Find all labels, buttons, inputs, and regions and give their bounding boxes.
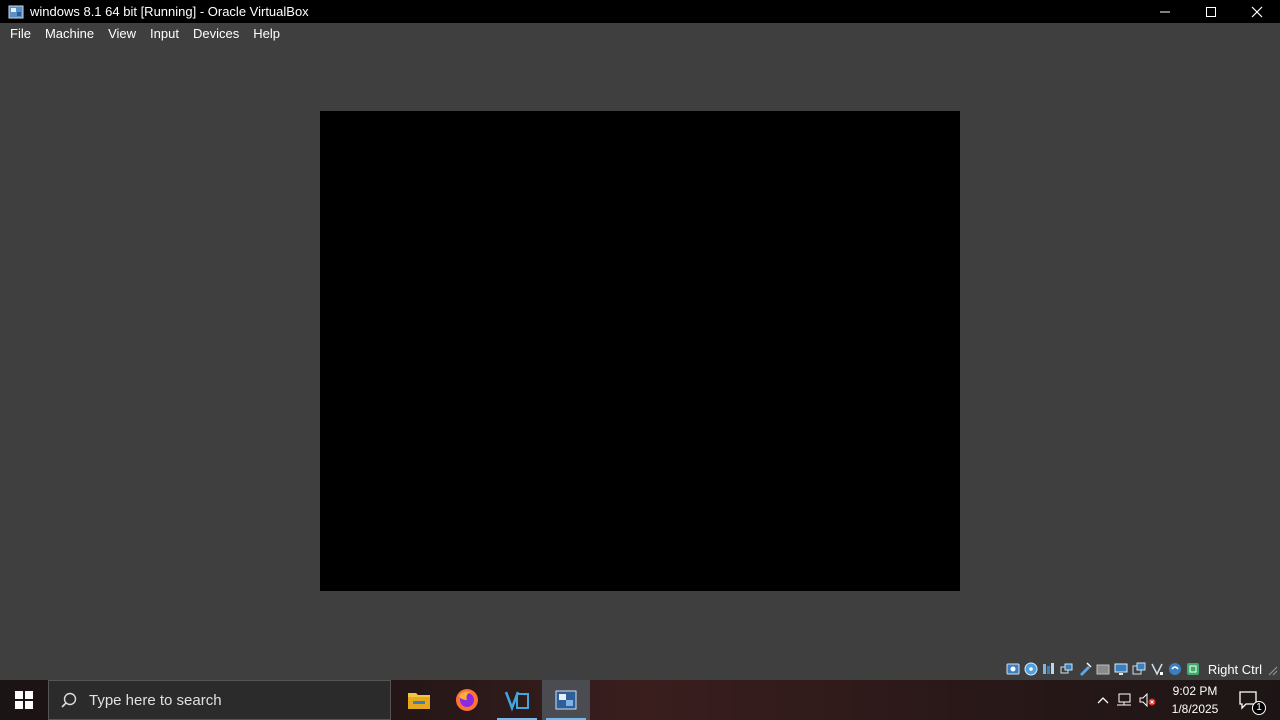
start-button[interactable] [0,680,48,720]
menu-input[interactable]: Input [143,23,186,45]
audio-icon[interactable] [1041,661,1057,677]
show-hidden-icons-chevron-icon[interactable] [1094,696,1112,704]
mouse-integration-icon[interactable] [1167,661,1183,677]
menu-view[interactable]: View [101,23,143,45]
clock-time: 9:02 PM [1172,684,1218,698]
network-icon[interactable] [1059,661,1075,677]
taskbar-file-explorer[interactable] [395,680,443,720]
taskbar-virtualbox[interactable] [542,680,590,720]
host-key-label[interactable]: Right Ctrl [1208,662,1262,677]
taskbar-search-box[interactable]: Type here to search [48,680,391,720]
virtualbox-app-icon[interactable] [8,4,24,20]
minimize-icon [1160,11,1170,12]
minimize-button[interactable] [1142,0,1188,23]
menu-help[interactable]: Help [246,23,287,45]
search-icon [49,691,89,709]
notification-count-badge: 1 [1252,701,1266,715]
search-placeholder: Type here to search [89,691,222,709]
video-capture-icon[interactable] [1131,661,1147,677]
resize-grip-icon[interactable] [1268,664,1278,676]
keyboard-icon[interactable] [1185,661,1201,677]
taskbar-visual-studio[interactable] [493,680,541,720]
maximize-icon [1206,6,1216,17]
close-icon [1251,6,1263,17]
windows-logo-icon [15,691,33,709]
vm-status-bar: Right Ctrl [1005,660,1272,678]
taskbar-clock[interactable]: 9:02 PM 1/8/2025 [1166,680,1224,720]
hard-disk-icon[interactable] [1005,661,1021,677]
close-button[interactable] [1234,0,1280,23]
visual-studio-icon [504,691,529,712]
title-bar: windows 8.1 64 bit [Running] - Oracle Vi… [0,0,1280,23]
network-tray-icon[interactable] [1112,693,1136,707]
firefox-icon [456,689,478,711]
system-tray [1094,680,1160,720]
action-center-button[interactable]: 1 [1232,680,1268,720]
cpu-icon[interactable] [1149,661,1165,677]
usb-icon[interactable] [1077,661,1093,677]
menu-machine[interactable]: Machine [38,23,101,45]
maximize-button[interactable] [1188,0,1234,23]
taskbar-firefox[interactable] [443,680,491,720]
virtualbox-icon [555,690,577,710]
menu-devices[interactable]: Devices [186,23,246,45]
shared-folders-icon[interactable] [1095,661,1111,677]
clock-date: 1/8/2025 [1171,702,1219,716]
menu-bar: File Machine View Input Devices Help [0,23,1280,45]
taskbar: Type here to search 9:02 PM 1/8/2025 1 [0,680,1280,720]
display-icon[interactable] [1113,661,1129,677]
file-explorer-icon [408,693,430,709]
vm-display[interactable] [320,111,960,591]
menu-file[interactable]: File [3,23,38,45]
volume-muted-icon[interactable] [1136,693,1160,707]
window-controls [1142,0,1280,23]
optical-drive-icon[interactable] [1023,661,1039,677]
window-title: windows 8.1 64 bit [Running] - Oracle Vi… [30,4,309,19]
